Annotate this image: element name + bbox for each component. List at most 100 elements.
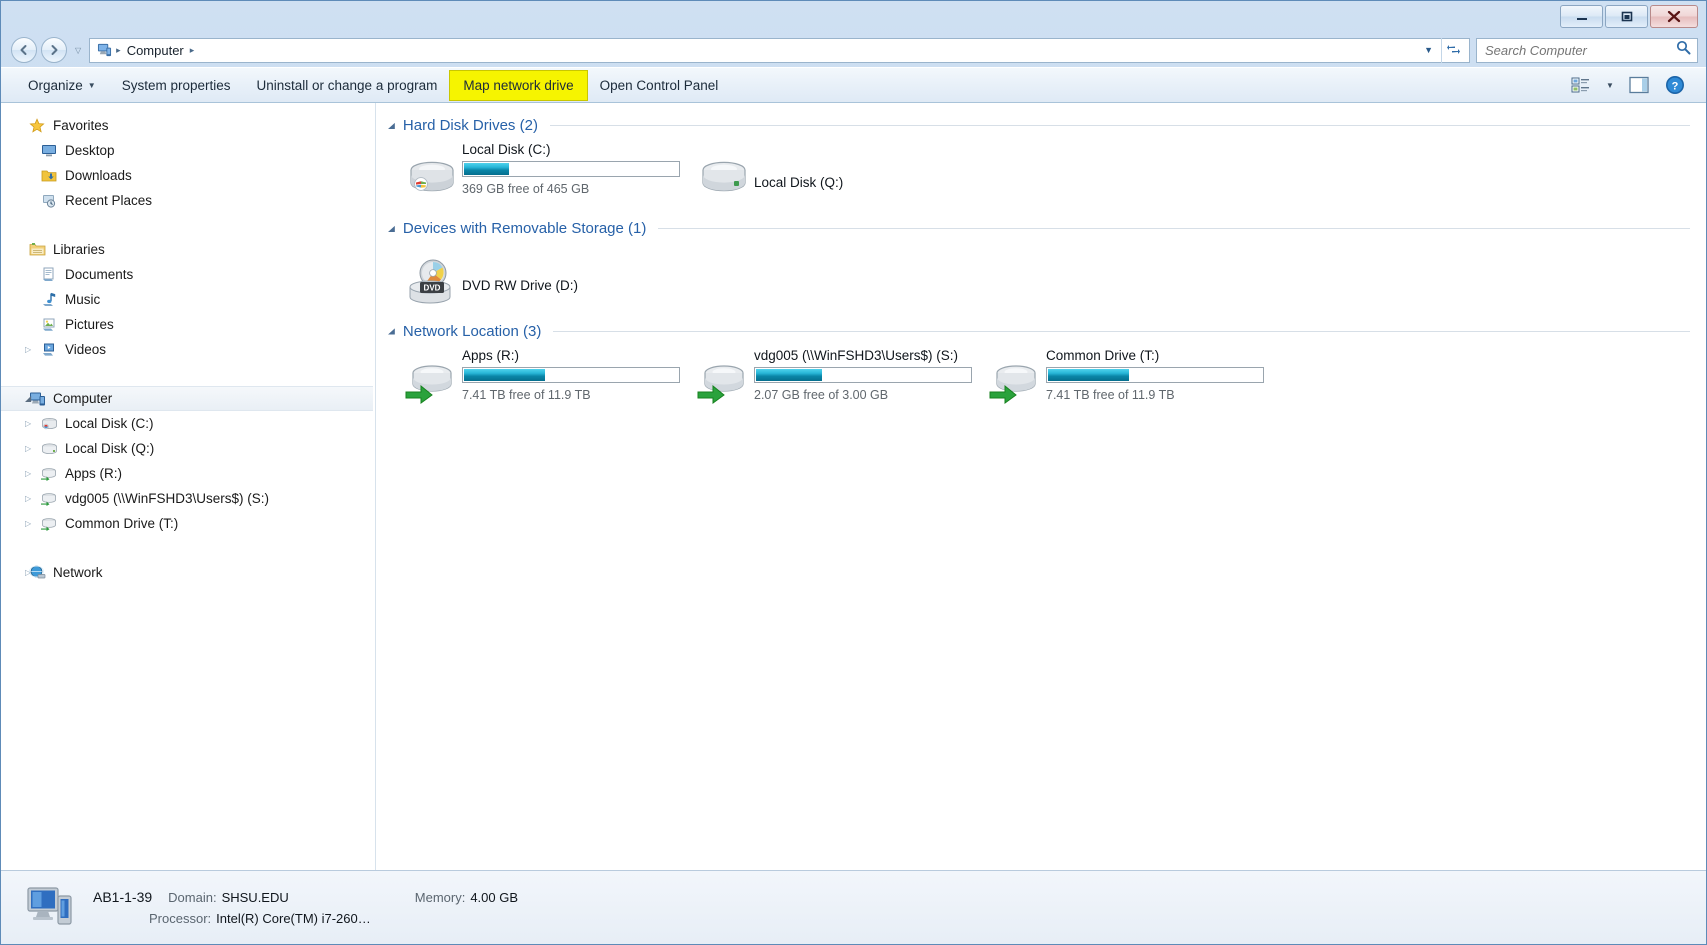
chevron-down-icon[interactable]: ◢ <box>25 394 35 403</box>
pictures-library-icon <box>39 316 59 334</box>
sidebar-item-local-disk-c[interactable]: ▷ Local Disk (C:) <box>1 411 375 436</box>
breadcrumb-computer[interactable]: Computer <box>123 42 188 59</box>
drive-tile-common-drive-t[interactable]: Common Drive (T:) 7.41 TB free of 11.9 T… <box>986 346 1278 412</box>
map-network-drive-button[interactable]: Map network drive <box>449 69 588 101</box>
sidebar-item-label: Apps (R:) <box>65 466 123 481</box>
explorer-window: ▽ ▸ Computer ▸ ▼ Search Computer Organiz… <box>0 0 1707 945</box>
open-control-panel-button[interactable]: Open Control Panel <box>587 71 732 100</box>
processor-value: Intel(R) Core(TM) i7-260… <box>216 911 371 926</box>
capacity-bar-fill <box>756 369 823 381</box>
system-properties-button[interactable]: System properties <box>109 71 244 100</box>
breadcrumb-separator-end[interactable]: ▸ <box>188 45 197 56</box>
memory-value: 4.00 GB <box>470 890 519 905</box>
address-bar[interactable]: ▸ Computer ▸ ▼ <box>89 37 1470 63</box>
details-text: AB1-1-39 Domain: SHSU.EDU Memory: 4.00 GB … <box>93 889 518 926</box>
computer-name: AB1-1-39 <box>93 889 153 905</box>
sidebar-item-label: Desktop <box>65 143 115 158</box>
sidebar-item-vdg005-s[interactable]: ▷ vdg005 (\\WinFSHD3\Users$) (S:) <box>1 486 375 511</box>
collapse-triangle-icon[interactable]: ◢ <box>388 327 395 337</box>
sidebar-group-libraries[interactable]: Libraries <box>1 237 375 262</box>
view-dropdown-icon[interactable]: ▼ <box>1600 71 1620 99</box>
search-icon[interactable] <box>1676 40 1691 60</box>
sidebar-item-label: Recent Places <box>65 193 153 208</box>
group-header-network-location[interactable]: ◢ Network Location (3) <box>376 323 1706 340</box>
search-input[interactable] <box>1485 42 1676 58</box>
details-pane: AB1-1-39 Domain: SHSU.EDU Memory: 4.00 GB … <box>1 870 1706 944</box>
drive-name: vdg005 (\\WinFSHD3\Users$) (S:) <box>754 348 959 363</box>
help-icon[interactable]: ? <box>1658 71 1692 99</box>
group-divider <box>658 228 1690 229</box>
sidebar-item-label: Downloads <box>65 168 132 183</box>
title-bar <box>1 1 1706 33</box>
minimize-button[interactable] <box>1560 5 1603 28</box>
sidebar-group-network[interactable]: ▷ Network <box>1 560 375 585</box>
back-button[interactable] <box>11 37 37 63</box>
sidebar-item-pictures[interactable]: Pictures <box>1 312 375 337</box>
computer-large-icon <box>25 884 77 932</box>
sidebar-item-videos[interactable]: ▷ Videos <box>1 337 375 362</box>
drive-tile-text: Local Disk (Q:) <box>754 153 843 194</box>
sidebar-group-computer[interactable]: ◢ Computer <box>1 386 373 411</box>
window-body: Favorites Desktop Downloads Recent Place… <box>1 103 1706 870</box>
sidebar-item-local-disk-q[interactable]: ▷ Local Disk (Q:) <box>1 436 375 461</box>
drive-tile-local-disk-q[interactable]: Local Disk (Q:) <box>694 140 986 206</box>
chevron-right-icon[interactable]: ▷ <box>25 469 35 478</box>
chevron-right-icon[interactable]: ▷ <box>25 519 35 528</box>
sidebar-group-favorites[interactable]: Favorites <box>1 113 375 138</box>
sidebar-item-common-drive-t[interactable]: ▷ Common Drive (T:) <box>1 511 375 536</box>
preview-pane-icon[interactable] <box>1622 71 1656 99</box>
system-drive-icon <box>402 150 462 206</box>
recent-pages-dropdown[interactable]: ▽ <box>75 46 81 55</box>
sidebar-item-recent-places[interactable]: Recent Places <box>1 188 375 213</box>
sidebar-item-documents[interactable]: Documents <box>1 262 375 287</box>
memory-field: Memory: 4.00 GB <box>415 889 518 907</box>
sidebar-item-apps-r[interactable]: ▷ Apps (R:) <box>1 461 375 486</box>
search-box[interactable] <box>1476 37 1698 63</box>
chevron-right-icon[interactable]: ▷ <box>25 494 35 503</box>
documents-library-icon <box>39 266 59 284</box>
drive-name: Common Drive (T:) <box>1046 348 1160 363</box>
view-options-icon[interactable] <box>1564 71 1598 99</box>
network-drive-icon <box>39 465 59 483</box>
sidebar-item-music[interactable]: Music <box>1 287 375 312</box>
chevron-right-icon[interactable]: ▷ <box>25 568 35 577</box>
sidebar-group-label: Network <box>53 565 103 580</box>
address-dropdown-icon[interactable]: ▼ <box>1416 45 1441 55</box>
drive-tile-text: vdg005 (\\WinFSHD3\Users$) (S:) 2.07 GB … <box>754 346 972 402</box>
downloads-folder-icon <box>39 167 59 185</box>
group-title: Network Location (3) <box>402 323 542 340</box>
sidebar-item-label: Documents <box>65 267 134 282</box>
drive-tile-vdg005-s[interactable]: vdg005 (\\WinFSHD3\Users$) (S:) 2.07 GB … <box>694 346 986 412</box>
drive-name: Local Disk (Q:) <box>754 174 844 190</box>
chevron-right-icon[interactable]: ▷ <box>25 444 35 453</box>
collapse-triangle-icon[interactable]: ◢ <box>388 224 395 234</box>
window-controls <box>1560 5 1698 28</box>
drive-tile-local-disk-c[interactable]: Local Disk (C:) 369 GB free of 465 GB <box>402 140 694 206</box>
group-header-hard-disk-drives[interactable]: ◢ Hard Disk Drives (2) <box>376 117 1706 134</box>
drive-tile-apps-r[interactable]: Apps (R:) 7.41 TB free of 11.9 TB <box>402 346 694 412</box>
maximize-button[interactable] <box>1605 5 1648 28</box>
refresh-icon[interactable] <box>1441 37 1465 63</box>
uninstall-or-change-program-button[interactable]: Uninstall or change a program <box>244 71 451 100</box>
domain-label: Domain: <box>168 890 217 905</box>
group-header-removable-storage[interactable]: ◢ Devices with Removable Storage (1) <box>376 220 1706 237</box>
organize-button[interactable]: Organize ▼ <box>15 71 109 100</box>
hard-drive-icon <box>694 150 754 206</box>
domain-field: Domain: SHSU.EDU <box>168 889 289 907</box>
forward-button[interactable] <box>41 37 67 63</box>
sidebar-item-label: vdg005 (\\WinFSHD3\Users$) (S:) <box>65 491 270 506</box>
organize-label: Organize <box>28 77 83 93</box>
drive-free-space: 2.07 GB free of 3.00 GB <box>754 388 889 402</box>
drive-tile-dvd-rw-d[interactable]: DVD DVD RW Drive (D:) <box>402 243 694 309</box>
close-button[interactable] <box>1650 5 1698 28</box>
drive-free-space: 7.41 TB free of 11.9 TB <box>1046 388 1175 402</box>
music-library-icon <box>39 291 59 309</box>
drive-name: DVD RW Drive (D:) <box>462 277 578 293</box>
chevron-right-icon[interactable]: ▷ <box>25 345 35 354</box>
chevron-right-icon[interactable]: ▷ <box>25 419 35 428</box>
sidebar-item-desktop[interactable]: Desktop <box>1 138 375 163</box>
tile-row-network-location: Apps (R:) 7.41 TB free of 11.9 TB vdg005… <box>376 346 1706 412</box>
collapse-triangle-icon[interactable]: ◢ <box>388 121 395 131</box>
capacity-bar <box>1046 367 1264 383</box>
sidebar-item-downloads[interactable]: Downloads <box>1 163 375 188</box>
